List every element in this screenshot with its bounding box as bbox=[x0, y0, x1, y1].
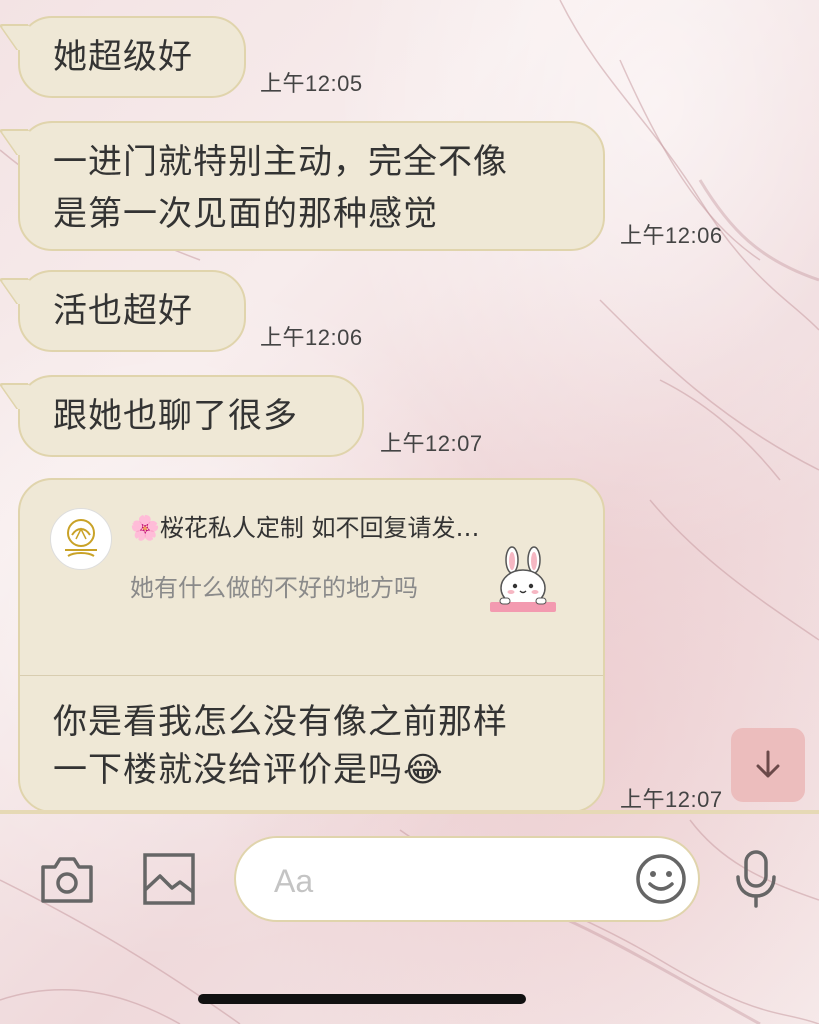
message-time: 上午12:07 bbox=[620, 787, 723, 812]
message-text-line: 一进门就特别主动，完全不像 bbox=[53, 142, 508, 182]
reply-text-line: 一下楼就没给评价是吗😂 bbox=[53, 750, 444, 790]
bubble-tail bbox=[0, 383, 47, 409]
reply-message-text: 你是看我怎么没有像之前那样 一下楼就没给评价是吗😂 bbox=[53, 698, 593, 794]
message-text: 跟她也聊了很多 bbox=[53, 396, 298, 436]
voice-button[interactable] bbox=[730, 848, 782, 910]
microphone-icon bbox=[736, 850, 776, 908]
message-time: 上午12:05 bbox=[260, 71, 363, 96]
bunny-sticker bbox=[488, 546, 558, 616]
message-input-bar bbox=[0, 814, 819, 1024]
quoted-message-text: 她有什么做的不好的地方吗 bbox=[130, 574, 418, 602]
message-bubble[interactable]: 她超级好 bbox=[0, 16, 246, 98]
message-input[interactable] bbox=[272, 856, 616, 906]
message-input-box[interactable] bbox=[234, 836, 700, 922]
arrow-down-icon bbox=[756, 750, 780, 778]
emoji-button[interactable] bbox=[634, 852, 688, 906]
bubble-tail bbox=[0, 129, 47, 155]
message-bubble[interactable]: 跟她也聊了很多 bbox=[0, 375, 364, 457]
reply-text-line: 你是看我怎么没有像之前那样 bbox=[53, 702, 508, 742]
message-time: 上午12:06 bbox=[620, 223, 723, 248]
image-icon bbox=[143, 853, 195, 905]
bubble-tail bbox=[0, 278, 47, 304]
message-text-line: 是第一次见面的那种感觉 bbox=[53, 194, 438, 234]
message-time: 上午12:06 bbox=[260, 325, 363, 350]
smiley-icon bbox=[636, 854, 686, 904]
chat-area[interactable]: 她超级好 上午12:05 一进门就特别主动，完全不像 是第一次见面的那种感觉 上… bbox=[0, 0, 819, 812]
reply-divider bbox=[20, 675, 603, 676]
message-time: 上午12:07 bbox=[380, 431, 483, 456]
camera-icon bbox=[41, 857, 93, 903]
message-text: 活也超好 bbox=[53, 291, 193, 331]
sender-logo bbox=[50, 508, 112, 570]
quoted-sender-name: 🌸桜花私人定制 如不回复请发… bbox=[130, 514, 480, 542]
gallery-button[interactable] bbox=[140, 850, 198, 908]
reply-message-bubble[interactable]: 🌸桜花私人定制 如不回复请发… 她有什么做的不好的地方吗 你是看我怎么没有像之前… bbox=[18, 478, 605, 812]
message-bubble[interactable]: 一进门就特别主动，完全不像 是第一次见面的那种感觉 bbox=[0, 121, 605, 251]
scroll-to-bottom-button[interactable] bbox=[731, 728, 805, 802]
message-text: 她超级好 bbox=[53, 37, 193, 77]
camera-button[interactable] bbox=[38, 850, 96, 908]
bubble-tail bbox=[0, 24, 47, 50]
home-indicator[interactable] bbox=[198, 994, 526, 1004]
message-bubble[interactable]: 活也超好 bbox=[0, 270, 246, 352]
